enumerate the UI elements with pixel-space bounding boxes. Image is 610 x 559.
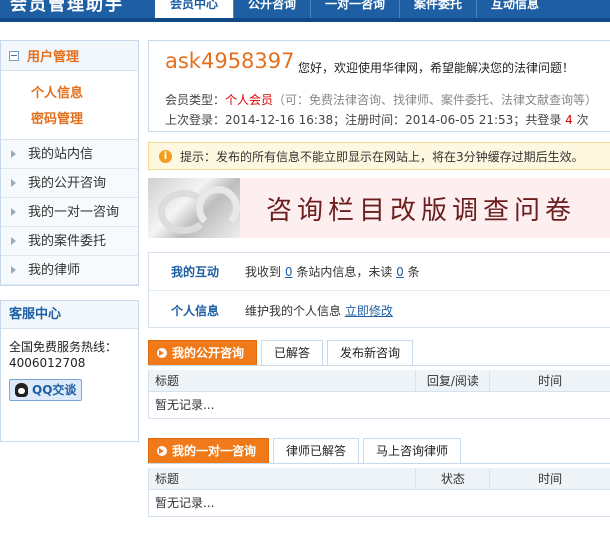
personal-info-row: 个人信息 维护我的个人信息 立即修改 (149, 291, 610, 329)
column-status: 状态 (416, 468, 491, 489)
message-summary: 我收到 0 条站内信息，未读 0 条 (245, 265, 420, 279)
personal-info-text: 维护我的个人信息 立即修改 (245, 303, 393, 318)
nav-interaction[interactable]: 互动信息 (476, 0, 553, 18)
column-time: 时间 (538, 374, 563, 388)
sidebar-item-cases[interactable]: 我的案件委托 (1, 227, 138, 256)
tab-my-one-on-one[interactable]: 我的一对一咨询 (148, 438, 270, 463)
column-title: 标题 (149, 370, 417, 391)
info-icon: i (159, 149, 172, 163)
unread-count-link[interactable]: 0 (396, 265, 404, 279)
my-interaction-label: 我的互动 (170, 265, 219, 279)
nav-public-consult[interactable]: 公开咨询 (233, 0, 310, 18)
welcome-message: 您好，欢迎使用华律网，希望能解决您的法律问题！ (298, 61, 575, 75)
login-info-line: 上次登录：2014-12-16 16:38；注册时间：2014-06-05 21… (165, 113, 589, 127)
banner-image (148, 178, 240, 238)
arrow-right-icon (11, 207, 16, 216)
column-reply-read: 回复/阅读 (416, 370, 491, 391)
member-type-note: （可：免费法律咨询、找律师、案件委托、法律文献查询等） (273, 93, 598, 107)
empty-row: 暂无记录... (155, 496, 215, 510)
arrow-right-icon (11, 178, 16, 187)
user-management-header[interactable]: 用户管理 (1, 41, 138, 71)
play-icon (157, 446, 167, 456)
register-time: 2014-06-05 21:53 (405, 113, 514, 127)
table-header: 标题 回复/阅读 时间 (149, 370, 610, 392)
edit-now-link[interactable]: 立即修改 (345, 304, 393, 318)
hotline-number: 4006012708 (9, 356, 86, 370)
empty-row: 暂无记录... (155, 398, 215, 412)
username: ask4958397 (165, 49, 295, 73)
qq-chat-button[interactable]: QQ交谈 (9, 379, 83, 401)
sidebar-item-lawyers[interactable]: 我的律师 (1, 256, 138, 285)
private-consult-tabs: 我的一对一咨询 律师已解答 马上咨询律师 (148, 438, 610, 464)
received-count-link[interactable]: 0 (285, 265, 293, 279)
service-center-panel: 客服中心 全国免费服务热线： 4006012708 QQ交谈 (0, 300, 139, 442)
login-count: 4 (565, 113, 573, 127)
play-icon (157, 348, 167, 358)
sidebar-item-personal-info[interactable]: 个人信息 (31, 81, 138, 107)
interaction-box: 我的互动 我收到 0 条站内信息，未读 0 条 个人信息 维护我的个人信息 立即… (148, 252, 610, 328)
tab-answered[interactable]: 已解答 (261, 340, 324, 365)
top-bar: 会员管理助手 会员中心 公开咨询 一对一咨询 案件委托 互动信息 (0, 0, 610, 22)
column-time: 时间 (538, 472, 563, 486)
notice-text: 提示：发布的所有信息不能立即显示在网站上，将在3分钟缓存过期后生效。 (180, 149, 584, 164)
sidebar-item-one-on-one[interactable]: 我的一对一咨询 (1, 198, 138, 227)
qq-icon (15, 383, 28, 397)
nav-case-commission[interactable]: 案件委托 (399, 0, 476, 18)
arrow-right-icon (11, 236, 16, 245)
arrow-right-icon (11, 149, 16, 158)
banner-text: 咨询栏目改版调查问卷 (266, 196, 577, 226)
tab-my-public-consult[interactable]: 我的公开咨询 (148, 340, 258, 365)
member-type: 个人会员 (225, 93, 274, 107)
sidebar-item-password[interactable]: 密码管理 (31, 107, 138, 133)
tab-lawyer-answered[interactable]: 律师已解答 (273, 438, 360, 463)
user-management-submenu: 个人信息 密码管理 (1, 71, 138, 140)
sidebar-item-public-consult[interactable]: 我的公开咨询 (1, 169, 138, 198)
interaction-row: 我的互动 我收到 0 条站内信息，未读 0 条 (149, 253, 610, 291)
last-login: 2014-12-16 16:38 (225, 113, 334, 127)
sidebar-item-messages[interactable]: 我的站内信 (1, 140, 138, 169)
member-type-line: 会员类型：个人会员（可：免费法律咨询、找律师、案件委托、法律文献查询等） (165, 93, 598, 107)
welcome-panel: ask4958397 您好，欢迎使用华律网，希望能解决您的法律问题！ 会员类型：… (148, 40, 610, 132)
nav-member-center[interactable]: 会员中心 (155, 0, 233, 18)
public-consult-table: 标题 回复/阅读 时间 暂无记录... (148, 370, 610, 419)
public-consult-tabs: 我的公开咨询 已解答 发布新咨询 (148, 340, 610, 366)
nav-one-on-one[interactable]: 一对一咨询 (310, 0, 399, 18)
service-center-title: 客服中心 (1, 301, 138, 329)
private-consult-table: 标题 状态 时间 暂无记录... (148, 468, 610, 517)
site-title: 会员管理助手 (10, 0, 124, 15)
sidebar: 用户管理 个人信息 密码管理 我的站内信 我的公开咨询 我的一对一咨询 我的案件… (0, 40, 139, 286)
qq-chat-label: QQ交谈 (32, 383, 77, 397)
collapse-icon[interactable] (9, 50, 19, 61)
table-header: 标题 状态 时间 (149, 468, 610, 490)
column-title: 标题 (149, 468, 417, 489)
user-management-panel: 用户管理 个人信息 密码管理 我的站内信 我的公开咨询 我的一对一咨询 我的案件… (0, 40, 139, 286)
notice-bar: i 提示：发布的所有信息不能立即显示在网站上，将在3分钟缓存过期后生效。 (148, 142, 610, 170)
main-nav: 会员中心 公开咨询 一对一咨询 案件委托 互动信息 (155, 0, 553, 18)
tab-consult-lawyer-now[interactable]: 马上咨询律师 (363, 438, 462, 463)
tab-new-consult[interactable]: 发布新咨询 (327, 340, 414, 365)
arrow-right-icon (11, 265, 16, 274)
user-management-title: 用户管理 (27, 50, 80, 65)
personal-info-label: 个人信息 (170, 303, 219, 318)
hotline-label: 全国免费服务热线： (9, 340, 118, 354)
survey-banner[interactable]: 咨询栏目改版调查问卷 (148, 178, 610, 238)
service-center-body: 全国免费服务热线： 4006012708 QQ交谈 (1, 329, 138, 441)
